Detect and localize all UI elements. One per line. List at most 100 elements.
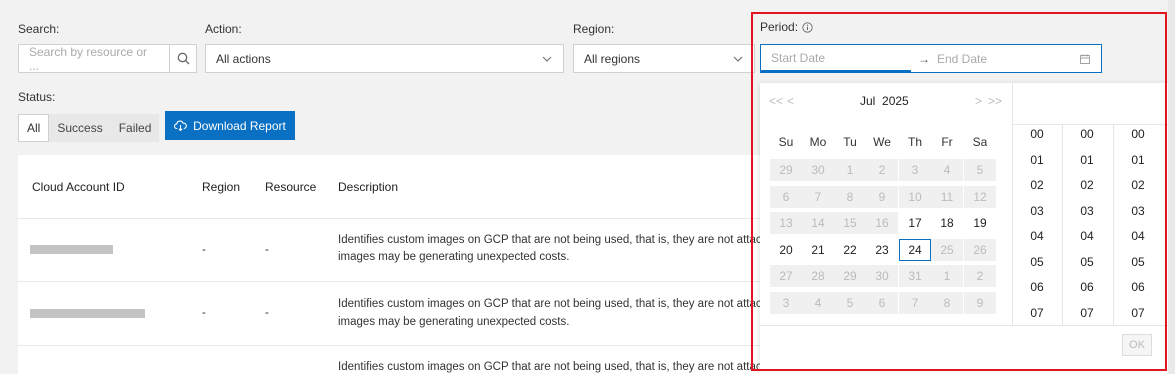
ok-button[interactable]: OK [1122,334,1152,356]
search-label: Search: [18,22,60,36]
end-date-input[interactable]: End Date [937,52,1079,66]
column-header-resource: Resource [265,180,317,194]
minute-column[interactable]: 00 01 02 03 04 05 06 07 [1062,124,1112,328]
table-row-description-cont: images may be generating unexpected cost… [338,251,570,263]
search-button[interactable] [169,44,197,73]
table-row-region: - [202,244,206,256]
minute-option[interactable]: 00 [1062,124,1112,150]
calendar-day: 6 [770,186,802,208]
download-report-label: Download Report [193,118,286,133]
start-date-placeholder: Start Date [771,50,826,65]
year-label[interactable]: 2025 [882,94,909,108]
second-option[interactable]: 02 [1113,175,1163,201]
calendar-day: 7 [899,292,931,314]
range-arrow: → [918,51,930,66]
minute-option[interactable]: 03 [1062,201,1112,227]
second-option[interactable]: 05 [1113,252,1163,278]
page-scrollbar[interactable] [1168,0,1175,374]
cloud-download-icon [174,120,187,131]
calendar-day[interactable]: 20 [770,239,802,261]
action-label: Action: [205,22,242,36]
calendar-day: 25 [931,239,963,261]
period-label: Period: [760,20,813,34]
second-option[interactable]: 04 [1113,226,1163,252]
calendar-day[interactable]: 21 [802,239,834,261]
minute-option[interactable]: 06 [1062,277,1112,303]
chevron-down-icon [542,56,552,62]
calendar-day: 3 [770,292,802,314]
prev-month-button[interactable]: < [787,94,794,108]
calendar-day: 10 [899,186,931,208]
minute-option[interactable]: 05 [1062,252,1112,278]
calendar-day: 2 [866,159,898,181]
calendar-day: 7 [802,186,834,208]
next-year-button[interactable]: >> [988,94,1002,108]
status-option-failed[interactable]: Failed [111,114,160,142]
hour-option[interactable]: 05 [1012,252,1062,278]
calendar-day: 9 [964,292,996,314]
calendar-day: 11 [931,186,963,208]
calendar-day: 6 [866,292,898,314]
calendar-icon[interactable] [1079,53,1101,65]
end-date-placeholder: End Date [937,51,988,66]
status-option-success[interactable]: Success [49,114,110,142]
search-input[interactable]: Search by resource or ... [18,44,170,73]
second-option[interactable]: 03 [1113,201,1163,227]
date-picker-popup: << < Jul 2025 > >> Su Mo Tu We Th Fr Sa 29 30 1 2… [760,83,1168,374]
popup-footer-divider [760,325,1168,326]
region-value: All regions [584,51,641,66]
search-icon [177,52,189,65]
download-report-button[interactable]: Download Report [165,111,295,140]
status-option-all[interactable]: All [18,114,50,142]
action-select[interactable]: All actions [205,44,564,73]
calendar-day: 1 [834,159,866,181]
table-row-region: - [202,307,206,319]
chevron-down-icon [733,56,743,62]
second-column[interactable]: 00 01 02 03 04 05 06 07 [1113,124,1163,328]
period-label-text: Period: [760,20,799,34]
redacted-account-id [30,245,113,254]
month-year-header[interactable]: Jul 2025 [860,94,909,108]
hour-option[interactable]: 01 [1012,150,1062,176]
calendar-day: 12 [964,186,996,208]
calendar-day[interactable]: 17 [899,212,931,234]
table-row-resource: - [265,307,269,319]
calendar-day: 29 [834,265,866,287]
calendar-day: 16 [866,212,898,234]
hour-option[interactable]: 06 [1012,277,1062,303]
column-header-region: Region [202,180,241,194]
weekday-header: Mo [809,135,827,149]
hour-option[interactable]: 02 [1012,175,1062,201]
search-placeholder: Search by resource or ... [29,44,148,73]
second-option[interactable]: 00 [1113,124,1163,150]
month-label[interactable]: Jul [860,94,875,108]
hour-option[interactable]: 03 [1012,201,1062,227]
hour-option[interactable]: 00 [1012,124,1062,150]
weekday-header: Su [778,135,794,149]
calendar-day: 31 [899,265,931,287]
minute-option[interactable]: 04 [1062,226,1112,252]
second-option[interactable]: 01 [1113,150,1163,176]
status-label: Status: [18,90,56,104]
action-value: All actions [216,51,271,66]
weekday-header: Th [907,135,922,149]
date-range-input[interactable]: Start Date → End Date [760,44,1102,73]
calendar-day: 8 [834,186,866,208]
minute-option[interactable]: 02 [1062,175,1112,201]
second-option[interactable]: 06 [1113,277,1163,303]
start-date-input[interactable]: Start Date [761,45,911,72]
calendar-day[interactable]: 19 [964,212,996,234]
hour-option[interactable]: 04 [1012,226,1062,252]
info-icon[interactable] [802,21,813,33]
calendar-day[interactable]: 24 [899,239,931,261]
minute-option[interactable]: 01 [1062,150,1112,176]
calendar-day[interactable]: 22 [834,239,866,261]
weekday-header: Fr [941,135,953,149]
calendar-day[interactable]: 18 [931,212,963,234]
hour-column[interactable]: 00 01 02 03 04 05 06 07 [1012,124,1062,328]
next-month-button[interactable]: > [975,94,982,108]
region-label: Region: [573,22,615,36]
prev-year-button[interactable]: << [769,94,783,108]
calendar-day[interactable]: 23 [866,239,898,261]
region-select[interactable]: All regions [573,44,755,73]
